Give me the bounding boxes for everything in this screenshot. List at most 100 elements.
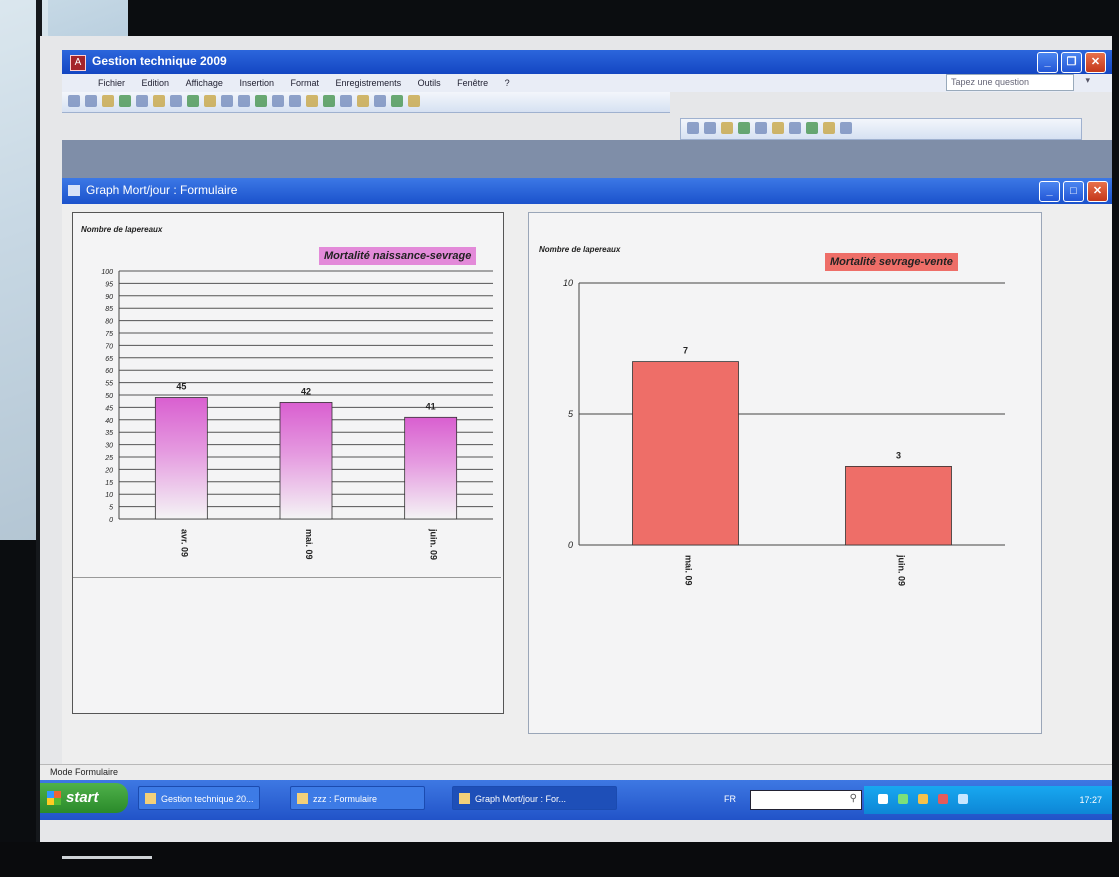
minimize-icon[interactable]: _ xyxy=(1037,52,1058,73)
access-app-icon: A xyxy=(70,55,86,71)
filter-form-icon[interactable] xyxy=(289,95,301,107)
form-icon xyxy=(297,793,308,804)
data-label: 7 xyxy=(683,346,688,356)
security-icon[interactable] xyxy=(898,794,908,804)
hyperlink-icon[interactable] xyxy=(221,95,233,107)
y-tick-label: 85 xyxy=(105,306,113,313)
monitor-bezel-bottom xyxy=(0,842,1119,877)
view-icon[interactable] xyxy=(68,95,80,107)
y-tick-label: 0 xyxy=(109,517,113,524)
y-tick-label: 95 xyxy=(105,281,113,288)
form-icon xyxy=(459,793,470,804)
sort-ascending-icon[interactable] xyxy=(755,122,767,134)
taskbar-item-label: Gestion technique 20... xyxy=(161,794,254,804)
save-icon[interactable] xyxy=(704,122,716,134)
menu-help[interactable]: ? xyxy=(505,74,510,92)
spell-check-icon[interactable] xyxy=(136,95,148,107)
apply-filter-icon[interactable] xyxy=(306,95,318,107)
cut-icon[interactable] xyxy=(153,95,165,107)
status-bar: Mode Formulaire xyxy=(40,764,1112,781)
menu-format[interactable]: Format xyxy=(291,74,320,92)
toolbar-icons xyxy=(68,95,420,107)
preview-icon[interactable] xyxy=(738,122,750,134)
access-icon xyxy=(145,793,156,804)
start-label: start xyxy=(66,789,99,806)
chart-sevrage-vente: 0 5 10 7 mai. 09 3 juin. 09 xyxy=(563,278,1005,586)
start-button[interactable]: start xyxy=(40,783,128,813)
sum-icon[interactable] xyxy=(806,122,818,134)
data-label: 45 xyxy=(176,381,186,391)
menu-enregistrements[interactable]: Enregistrements xyxy=(336,74,402,92)
x-tick-label: avr. 09 xyxy=(179,529,189,557)
antivirus-icon[interactable] xyxy=(938,794,948,804)
y-tick-label: 10 xyxy=(105,492,113,499)
y-tick-label: 10 xyxy=(563,278,573,288)
chevron-down-icon[interactable]: ▾ xyxy=(1085,75,1090,86)
taskbar-item-gestion[interactable]: Gestion technique 20... xyxy=(138,786,260,810)
find-icon[interactable] xyxy=(323,95,335,107)
view-icon[interactable] xyxy=(687,122,699,134)
sort-descending-icon[interactable] xyxy=(255,95,267,107)
menu-fichier[interactable]: Fichier xyxy=(98,74,125,92)
form-title: Graph Mort/jour : Formulaire xyxy=(86,183,238,197)
menu-insertion[interactable]: Insertion xyxy=(239,74,274,92)
y-tick-label: 15 xyxy=(105,480,113,487)
menu-edition[interactable]: Edition xyxy=(142,74,170,92)
help-icon[interactable] xyxy=(840,122,852,134)
y-tick-label: 30 xyxy=(105,443,113,450)
form-body: Nombre de lapereaux Mortalité naissance-… xyxy=(62,204,1112,764)
save-icon[interactable] xyxy=(85,95,97,107)
print-icon[interactable] xyxy=(721,122,733,134)
y-tick-label: 60 xyxy=(105,368,113,375)
y-tick-label: 25 xyxy=(104,455,113,462)
taskbar-item-zzz[interactable]: zzz : Formulaire xyxy=(290,786,425,810)
chart-panel-sevrage-vente[interactable]: Nombre de lapereaux Mortalité sevrage-ve… xyxy=(528,212,1042,734)
taskbar-item-graph[interactable]: Graph Mort/jour : For... xyxy=(452,786,617,810)
sort-descending-icon[interactable] xyxy=(772,122,784,134)
new-object-icon[interactable] xyxy=(391,95,403,107)
form-window-buttons: _ □ ✕ xyxy=(1039,181,1108,202)
minimize-icon[interactable]: _ xyxy=(1039,181,1060,202)
access-workspace xyxy=(62,140,1112,178)
update-icon[interactable] xyxy=(958,794,968,804)
chart-naissance-sevrage: 0 5 10 15 20 25 30 35 40 45 50 55 60 65 70 75 80 85 90 95 10… xyxy=(101,269,493,560)
form-titlebar: Graph Mort/jour : Formulaire _ □ ✕ xyxy=(62,178,1112,204)
network-icon[interactable] xyxy=(878,794,888,804)
bar xyxy=(404,416,458,520)
paste-icon[interactable] xyxy=(187,95,199,107)
filter-selection-icon[interactable] xyxy=(272,95,284,107)
new-record-icon[interactable] xyxy=(340,95,352,107)
volume-icon[interactable] xyxy=(918,794,928,804)
maximize-icon[interactable]: □ xyxy=(1063,181,1084,202)
new-object-icon[interactable] xyxy=(823,122,835,134)
menu-affichage[interactable]: Affichage xyxy=(186,74,223,92)
data-label: 42 xyxy=(301,386,311,396)
menu-fenetre[interactable]: Fenêtre xyxy=(457,74,488,92)
sort-ascending-icon[interactable] xyxy=(238,95,250,107)
taskbar-item-label: Graph Mort/jour : For... xyxy=(475,794,567,804)
y-tick-label: 90 xyxy=(105,294,113,301)
preview-icon[interactable] xyxy=(119,95,131,107)
y-tick-label: 45 xyxy=(105,405,113,412)
undo-icon[interactable] xyxy=(204,95,216,107)
delete-record-icon[interactable] xyxy=(357,95,369,107)
close-icon[interactable]: ✕ xyxy=(1087,181,1108,202)
screen: A Gestion technique 2009 _ ❐ ✕ Fichier E… xyxy=(40,36,1112,848)
search-input[interactable]: ⚲ xyxy=(750,790,862,810)
copy-icon[interactable] xyxy=(170,95,182,107)
language-indicator[interactable]: FR xyxy=(724,794,736,804)
status-text: Mode Formulaire xyxy=(50,767,119,777)
toolbar2-icons xyxy=(687,122,852,134)
menu-outils[interactable]: Outils xyxy=(418,74,441,92)
restore-icon[interactable]: ❐ xyxy=(1061,52,1082,73)
database-window-icon[interactable] xyxy=(374,95,386,107)
print-icon[interactable] xyxy=(102,95,114,107)
chart-panel-naissance-sevrage[interactable]: Nombre de lapereaux Mortalité naissance-… xyxy=(72,212,504,714)
search-icon: ⚲ xyxy=(849,793,857,804)
app-title: Gestion technique 2009 xyxy=(92,54,227,68)
help-question-input[interactable]: Tapez une question xyxy=(946,74,1074,91)
help-icon[interactable] xyxy=(408,95,420,107)
y-tick-label: 5 xyxy=(568,409,574,419)
filter-icon[interactable] xyxy=(789,122,801,134)
close-icon[interactable]: ✕ xyxy=(1085,52,1106,73)
